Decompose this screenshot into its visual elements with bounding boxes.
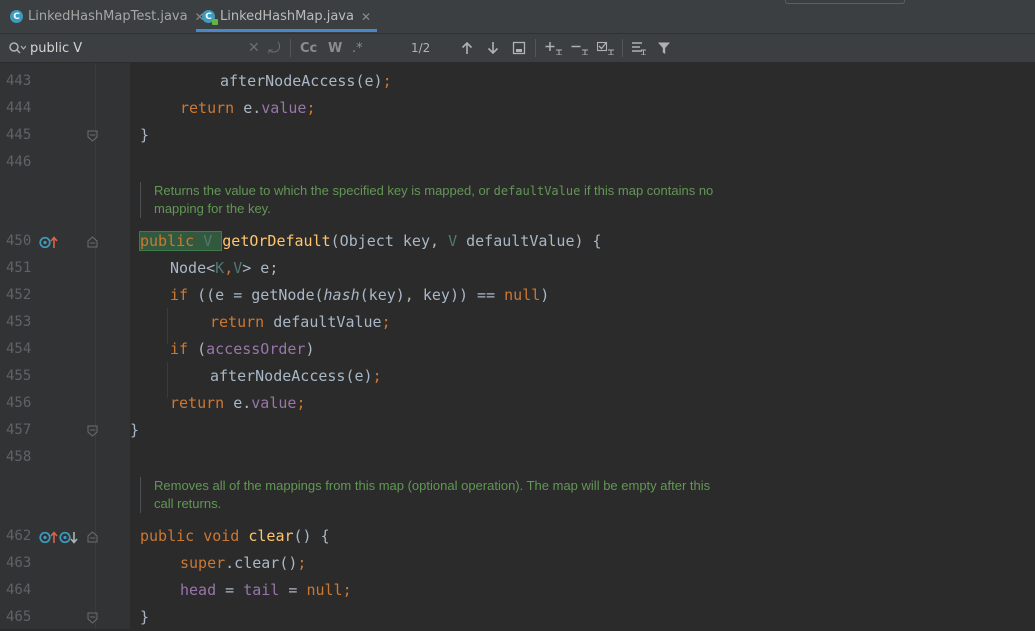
code-line: 465 } xyxy=(0,604,1035,631)
code-text: } xyxy=(140,608,150,626)
whole-words-toggle[interactable]: W xyxy=(328,34,342,62)
code-text: afterNodeAccess(e); xyxy=(210,367,382,385)
line-number: 444 xyxy=(6,100,32,116)
code-line: 451 Node<K,V> e; xyxy=(0,255,1035,282)
code-text: afterNodeAccess(e); xyxy=(220,72,392,90)
search-match-highlight: public V xyxy=(139,231,223,251)
tab-label: LinkedHashMapTest.java xyxy=(28,9,188,24)
match-case-toggle[interactable]: Cc xyxy=(300,34,317,62)
tab-linkedhashmap[interactable]: C LinkedHashMap.java ✕ xyxy=(196,0,378,33)
line-number: 445 xyxy=(6,127,32,143)
active-tab-indicator xyxy=(196,29,378,32)
divider xyxy=(622,39,623,57)
line-number: 463 xyxy=(6,555,32,571)
code-line: 450 public V getOrDefault(Object key, V … xyxy=(0,228,1035,255)
overrides-method-icon[interactable] xyxy=(39,531,59,544)
code-line: 462 public void clear() { xyxy=(0,523,1035,550)
filter-icon[interactable] xyxy=(657,34,671,62)
line-number: 451 xyxy=(6,260,32,276)
code-text: super.clear(); xyxy=(180,554,307,572)
code-line: 457 } xyxy=(0,417,1035,444)
line-number: 464 xyxy=(6,582,32,598)
code-line: 444 return e.value; xyxy=(0,95,1035,122)
remove-occurrence-icon[interactable] xyxy=(571,34,589,62)
close-icon[interactable]: ✕ xyxy=(361,10,371,24)
code-editor[interactable]: 443 afterNodeAccess(e); 444 return e.val… xyxy=(0,63,1035,629)
code-text: if ((e = getNode(hash(key), key)) == nul… xyxy=(170,286,550,304)
code-line: 453 return defaultValue; xyxy=(0,309,1035,336)
code-text: return e.value; xyxy=(170,394,306,412)
regex-toggle[interactable]: .* xyxy=(352,34,363,62)
match-count: 1/2 xyxy=(411,41,431,55)
code-text: } xyxy=(140,126,150,144)
editor-tab-bar: C LinkedHashMapTest.java ✕ C LinkedHashM… xyxy=(0,0,1035,34)
code-text: Node<K,V> e; xyxy=(170,259,279,277)
fold-end-icon[interactable] xyxy=(87,130,98,142)
code-line: 452 if ((e = getNode(hash(key), key)) ==… xyxy=(0,282,1035,309)
fold-end-icon[interactable] xyxy=(87,612,98,624)
overridden-method-icon[interactable] xyxy=(59,531,79,544)
fold-start-icon[interactable] xyxy=(87,236,98,248)
divider xyxy=(290,39,291,57)
search-input[interactable]: public V xyxy=(30,34,82,62)
code-line: 446 xyxy=(0,149,1035,176)
code-text: public V getOrDefault(Object key, V defa… xyxy=(139,231,602,251)
select-all-matches-icon[interactable] xyxy=(597,34,615,62)
fold-start-icon[interactable] xyxy=(87,531,98,543)
clear-search-icon[interactable]: ✕ xyxy=(248,34,260,62)
line-number: 456 xyxy=(6,395,32,411)
code-line: 443 afterNodeAccess(e); xyxy=(0,68,1035,95)
line-number: 455 xyxy=(6,368,32,384)
panel-edge xyxy=(785,0,905,4)
tab-label: LinkedHashMap.java xyxy=(220,9,354,24)
code-text: public void clear() { xyxy=(140,527,330,545)
code-text: } xyxy=(130,421,140,439)
line-number: 465 xyxy=(6,609,32,625)
fold-end-icon[interactable] xyxy=(87,425,98,437)
line-number: 458 xyxy=(6,449,32,465)
code-text: return defaultValue; xyxy=(210,313,391,331)
class-icon: C xyxy=(10,10,23,23)
arrow-down-icon[interactable] xyxy=(487,34,499,62)
line-number: 452 xyxy=(6,287,32,303)
search-icon[interactable] xyxy=(8,34,26,62)
arrow-up-icon[interactable] xyxy=(461,34,473,62)
code-line: 463 super.clear(); xyxy=(0,550,1035,577)
code-line: 445 } xyxy=(0,122,1035,149)
filter-options-icon[interactable] xyxy=(631,34,647,62)
line-number: 457 xyxy=(6,422,32,438)
code-text: head = tail = null; xyxy=(180,581,352,599)
line-number: 446 xyxy=(6,154,32,170)
code-text: return e.value; xyxy=(180,99,316,117)
search-history-icon[interactable]: ⤾ xyxy=(268,34,281,62)
code-line: 458 xyxy=(0,444,1035,471)
divider xyxy=(535,39,536,57)
rendered-javadoc[interactable]: Removes all of the mappings from this ma… xyxy=(140,477,710,513)
line-number: 454 xyxy=(6,341,32,357)
code-line: 454 if (accessOrder) xyxy=(0,336,1035,363)
overrides-method-icon[interactable] xyxy=(39,236,59,249)
add-occurrence-icon[interactable] xyxy=(545,34,563,62)
code-line: 455 afterNodeAccess(e); xyxy=(0,363,1035,390)
line-number: 443 xyxy=(6,73,32,89)
code-text: if (accessOrder) xyxy=(170,340,315,358)
tab-linkedhashmaptest[interactable]: C LinkedHashMapTest.java ✕ xyxy=(10,0,205,33)
line-number: 453 xyxy=(6,314,32,330)
code-line: 456 return e.value; xyxy=(0,390,1035,417)
code-line: 464 head = tail = null; xyxy=(0,577,1035,604)
class-icon: C xyxy=(202,10,218,25)
rendered-javadoc[interactable]: Returns the value to which the specified… xyxy=(140,182,713,218)
select-all-occurrences-icon[interactable] xyxy=(512,34,526,62)
find-bar: public V ✕ ⤾ Cc W .* 1/2 xyxy=(0,34,1035,63)
